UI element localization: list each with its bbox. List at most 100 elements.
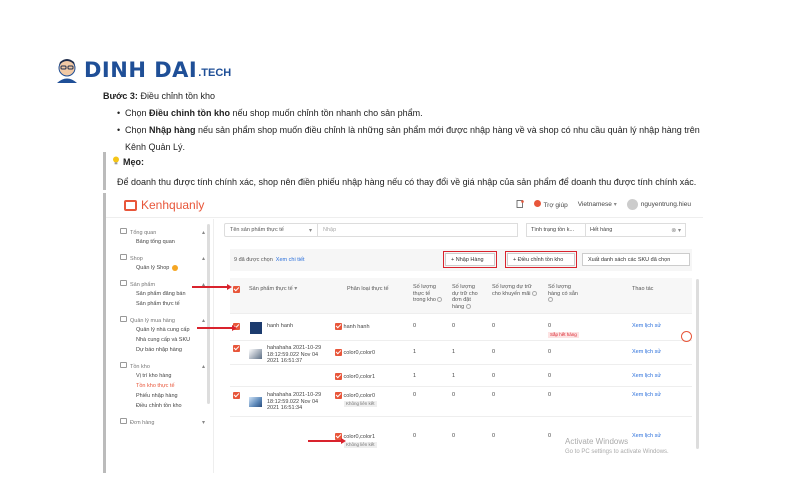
stock-status-select[interactable]: Hết hàng ⊗ ▾ bbox=[586, 223, 686, 237]
article-body: Bước 3: Điều chỉnh tồn kho Chọn Điều chỉ… bbox=[103, 88, 703, 156]
checkbox-icon[interactable] bbox=[335, 373, 342, 380]
unlinked-badge: Không liên kết bbox=[344, 442, 377, 449]
annotation-arrow-row bbox=[197, 325, 237, 330]
reserved-order-value: 0 bbox=[452, 323, 456, 329]
sidebar-item[interactable]: Nhà cung cấp và SKU bbox=[120, 335, 213, 345]
sidebar-group-title: Quản lý mua hàng bbox=[130, 318, 175, 324]
checkbox-icon[interactable] bbox=[335, 323, 342, 330]
info-icon[interactable] bbox=[548, 297, 553, 303]
checkbox-icon bbox=[233, 286, 240, 293]
bullet-import: Chọn Nhập hàng nếu sản phẩm shop muốn đi… bbox=[103, 122, 703, 139]
sidebar-item[interactable]: Vị trí kho hàng bbox=[120, 371, 213, 381]
sidebar-item[interactable]: Sản phẩm đăng bán bbox=[120, 289, 213, 299]
app-brand[interactable]: Kenhquanly bbox=[124, 198, 204, 212]
sidebar-group-header[interactable]: Shop ▴ bbox=[120, 253, 213, 263]
table-scrollbar[interactable] bbox=[696, 279, 699, 449]
variant-name: hanh hanh bbox=[343, 323, 370, 330]
chevron-up-icon: ▴ bbox=[201, 363, 205, 370]
table-row: color0,color1 1 1 0 0 Xem lịch sử bbox=[230, 365, 692, 387]
logo-avatar-icon bbox=[52, 55, 82, 85]
sidebar-group-header[interactable]: Tổng quan ▴ bbox=[120, 227, 213, 237]
sidebar-scrollbar[interactable] bbox=[207, 224, 210, 404]
bullet1-bold: Điều chỉnh tồn kho bbox=[149, 108, 231, 118]
product-thumbnail bbox=[249, 397, 262, 407]
language-select[interactable]: Vietnamese ▾ bbox=[578, 201, 617, 208]
sidebar-item[interactable]: Quản lý Shop bbox=[120, 263, 213, 273]
checkbox-icon[interactable] bbox=[335, 392, 342, 399]
variant-name: color0,color1 bbox=[343, 373, 376, 380]
notes-icon[interactable] bbox=[516, 199, 525, 210]
annotation-arrow-select-all bbox=[192, 284, 232, 289]
row-checkbox[interactable] bbox=[233, 392, 240, 399]
available-value: 0 bbox=[548, 373, 552, 379]
sidebar-group-purchasing: Quản lý mua hàng ▴ Quản lý nhà cung cấp N… bbox=[120, 315, 213, 355]
sidebar-group-header[interactable]: Sản phẩm ▴ bbox=[120, 279, 213, 289]
info-icon[interactable] bbox=[437, 297, 443, 303]
help-text: Trợ giúp bbox=[543, 202, 568, 209]
variant-cell: color0,color0 Không liên kết bbox=[335, 392, 377, 408]
checkbox-icon[interactable] bbox=[335, 349, 342, 356]
sidebar-item[interactable]: Sản phẩm thực tế bbox=[120, 299, 213, 309]
user-name: nguyentrung.hieu bbox=[640, 201, 691, 209]
header-variant: Phân loại thực tế bbox=[347, 286, 389, 292]
in-stock-value: 0 bbox=[413, 392, 417, 398]
site-logo[interactable]: DINH DAI .TECH bbox=[52, 55, 231, 85]
cart-icon bbox=[120, 316, 127, 322]
info-icon[interactable] bbox=[465, 303, 471, 309]
sidebar-item[interactable]: Điều chỉnh tồn kho bbox=[120, 401, 213, 411]
checkbox-icon bbox=[233, 392, 240, 399]
sidebar-item[interactable]: Dự báo nhập hàng bbox=[120, 345, 213, 355]
inventory-main: Tên sản phẩm thực tế ▾ Nhập Tình trạng tồ… bbox=[224, 219, 699, 473]
reserved-promo-value: 0 bbox=[492, 373, 496, 379]
tip-title: Mẹo: bbox=[112, 156, 144, 167]
warning-badge-icon bbox=[172, 264, 179, 271]
sidebar-group-inventory: Tồn kho ▴ Vị trí kho hàng Tồn kho thực tế… bbox=[120, 361, 213, 411]
import-goods-button[interactable]: + Nhập Hàng bbox=[443, 251, 497, 268]
product-name: hahahaha 2021-10-29 18:12:59.022 Nov 04 … bbox=[267, 345, 322, 364]
header-available-label: Số lượng hàng có sẵn bbox=[548, 284, 578, 297]
view-detail-link[interactable]: Xem chi tiết bbox=[276, 257, 305, 263]
select-all-checkbox[interactable] bbox=[233, 286, 240, 293]
view-history-link[interactable]: Xem lịch sử bbox=[632, 323, 661, 330]
sidebar-group-title: Tổng quan bbox=[130, 230, 157, 236]
header-reserved-promo-label: Số lượng dự trữ cho khuyến mãi bbox=[492, 284, 532, 297]
help-link[interactable]: Trợ giúp bbox=[534, 200, 568, 209]
low-stock-badge: Sắp hết hàng bbox=[548, 331, 579, 338]
view-history-link[interactable]: Xem lịch sử bbox=[632, 392, 661, 399]
variant-name: color0,color0 bbox=[343, 392, 376, 399]
bulk-action-bar: 9 đã được chọn Xem chi tiết + Nhập Hàng … bbox=[230, 249, 692, 271]
chevron-down-icon: ▾ bbox=[308, 227, 312, 234]
kenhquanly-screenshot: Kenhquanly Trợ giúp Vietnamese ▾ nguyent… bbox=[103, 193, 703, 473]
sidebar-item[interactable]: Bảng tổng quan bbox=[120, 237, 213, 247]
product-name: hahahaha 2021-10-29 18:12:59.022 Nov 04 … bbox=[267, 392, 322, 411]
sidebar-item-active[interactable]: Tồn kho thực tế bbox=[120, 381, 213, 391]
sidebar-group-header[interactable]: Quản lý mua hàng ▴ bbox=[120, 315, 213, 325]
header-product[interactable]: Sản phẩm thực tế ▾ bbox=[249, 286, 297, 293]
stock-status-label[interactable]: Tình trạng tồn k... bbox=[526, 223, 586, 237]
product-filter-select[interactable]: Tên sản phẩm thực tế ▾ bbox=[224, 223, 318, 237]
help-icon bbox=[534, 200, 542, 207]
available-cell: 0 Sắp hết hàng bbox=[548, 323, 579, 338]
sidebar-item[interactable]: Phiếu nhập hàng bbox=[120, 391, 213, 401]
in-stock-value: 0 bbox=[413, 323, 417, 329]
export-sku-button[interactable]: Xuất danh sách các SKU đã chọn bbox=[582, 253, 690, 266]
view-history-link[interactable]: Xem lịch sử bbox=[632, 349, 661, 356]
variant-cell: hanh hanh bbox=[335, 323, 370, 330]
header-in-stock: Số lượng thực tế trong kho bbox=[413, 284, 443, 304]
bullet1-prefix: Chọn bbox=[125, 108, 150, 118]
row-checkbox[interactable] bbox=[233, 345, 240, 352]
adjust-stock-button[interactable]: + Điều chỉnh tồn kho bbox=[505, 251, 577, 268]
header-available: Số lượng hàng có sẵn bbox=[548, 284, 578, 304]
sidebar-group-shop: Shop ▴ Quản lý Shop bbox=[120, 253, 213, 273]
user-menu[interactable]: nguyentrung.hieu bbox=[626, 199, 691, 210]
info-icon[interactable] bbox=[532, 290, 538, 296]
chat-bubble-icon[interactable] bbox=[681, 331, 692, 342]
sidebar-group-header[interactable]: Tồn kho ▴ bbox=[120, 361, 213, 371]
app-topbar: Kenhquanly Trợ giúp Vietnamese ▾ nguyent… bbox=[106, 193, 703, 218]
chevron-down-icon: ▾ bbox=[613, 202, 617, 208]
view-history-link[interactable]: Xem lịch sử bbox=[632, 373, 661, 380]
search-input[interactable]: Nhập bbox=[318, 223, 518, 237]
language-text: Vietnamese bbox=[577, 201, 612, 208]
reserved-order-value: 1 bbox=[452, 349, 456, 355]
sidebar-group-header[interactable]: Đơn hàng ▾ bbox=[120, 417, 213, 427]
